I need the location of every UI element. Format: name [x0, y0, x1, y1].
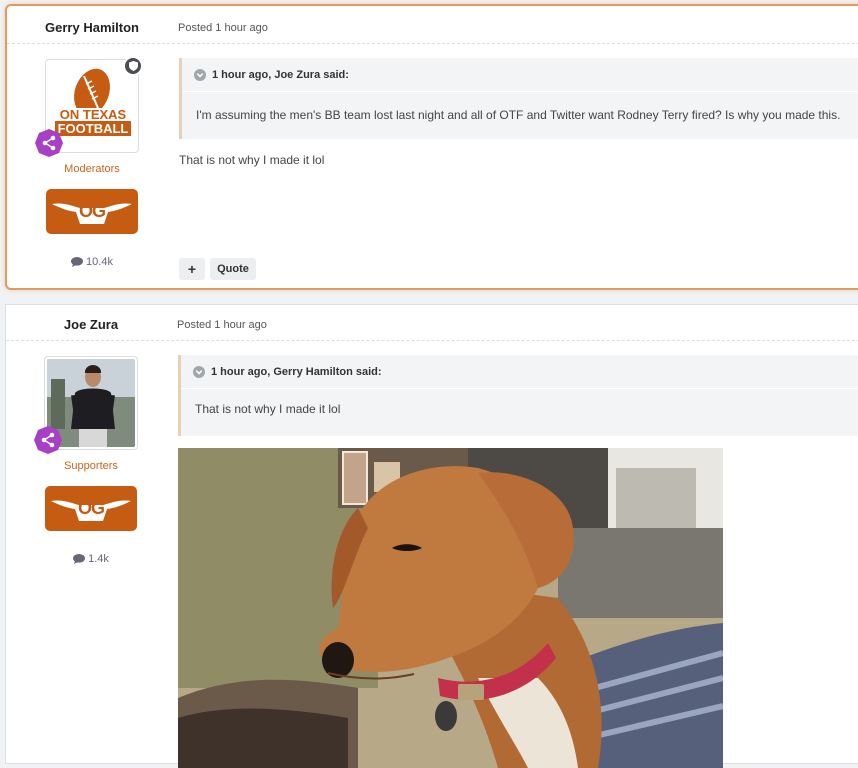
- og-badge-text: OG: [78, 201, 106, 221]
- avatar[interactable]: [34, 356, 138, 454]
- author-name[interactable]: Gerry Hamilton: [7, 20, 177, 35]
- post-gerry-hamilton: Gerry Hamilton Posted 1 hour ago ON TEXA…: [5, 4, 858, 290]
- quote-citation-text: 1 hour ago, Joe Zura said:: [212, 68, 349, 81]
- chevron-icon[interactable]: [194, 68, 206, 81]
- og-badge: OG: [46, 189, 138, 234]
- user-group[interactable]: Moderators: [7, 163, 177, 175]
- post-body: That is not why I made it lol: [179, 153, 325, 167]
- header-divider: [7, 43, 858, 44]
- rank-icon[interactable]: [33, 425, 63, 455]
- og-badge-text: OG: [77, 498, 105, 518]
- post-count-value: 10.4k: [86, 256, 113, 268]
- avatar-text-2: FOOTBALL: [54, 121, 132, 136]
- rank-icon[interactable]: [34, 128, 64, 158]
- quote-text: That is not why I made it lol: [195, 402, 341, 416]
- quote-citation[interactable]: 1 hour ago, Joe Zura said:: [182, 58, 858, 92]
- post-count: 10.4k: [7, 256, 177, 268]
- dog-image[interactable]: [178, 448, 723, 768]
- shield-icon: [123, 56, 143, 76]
- comment-icon: [71, 257, 84, 267]
- user-group[interactable]: Supporters: [6, 460, 176, 472]
- author-name[interactable]: Joe Zura: [6, 317, 176, 332]
- comment-icon: [73, 554, 86, 564]
- avatar-text-1: ON TEXAS: [59, 107, 127, 122]
- avatar[interactable]: ON TEXAS FOOTBALL: [35, 56, 143, 157]
- quote-citation[interactable]: 1 hour ago, Gerry Hamilton said:: [181, 355, 858, 389]
- quote-button[interactable]: Quote: [210, 258, 256, 280]
- quote-citation-text: 1 hour ago, Gerry Hamilton said:: [211, 365, 382, 378]
- chevron-icon[interactable]: [193, 365, 205, 378]
- post-timestamp[interactable]: Posted 1 hour ago: [177, 319, 267, 331]
- og-badge: OG: [45, 486, 137, 531]
- post-joe-zura: Joe Zura Posted 1 hour ago Supporters OG…: [5, 304, 858, 768]
- quote-block: 1 hour ago, Gerry Hamilton said: That is…: [178, 355, 858, 436]
- add-button[interactable]: +: [179, 258, 205, 280]
- quote-block: 1 hour ago, Joe Zura said: I'm assuming …: [179, 58, 858, 139]
- post-count-value: 1.4k: [88, 553, 109, 565]
- header-divider: [6, 340, 858, 341]
- post-timestamp[interactable]: Posted 1 hour ago: [178, 22, 268, 34]
- quote-text: I'm assuming the men's BB team lost last…: [196, 108, 841, 122]
- post-count: 1.4k: [6, 553, 176, 565]
